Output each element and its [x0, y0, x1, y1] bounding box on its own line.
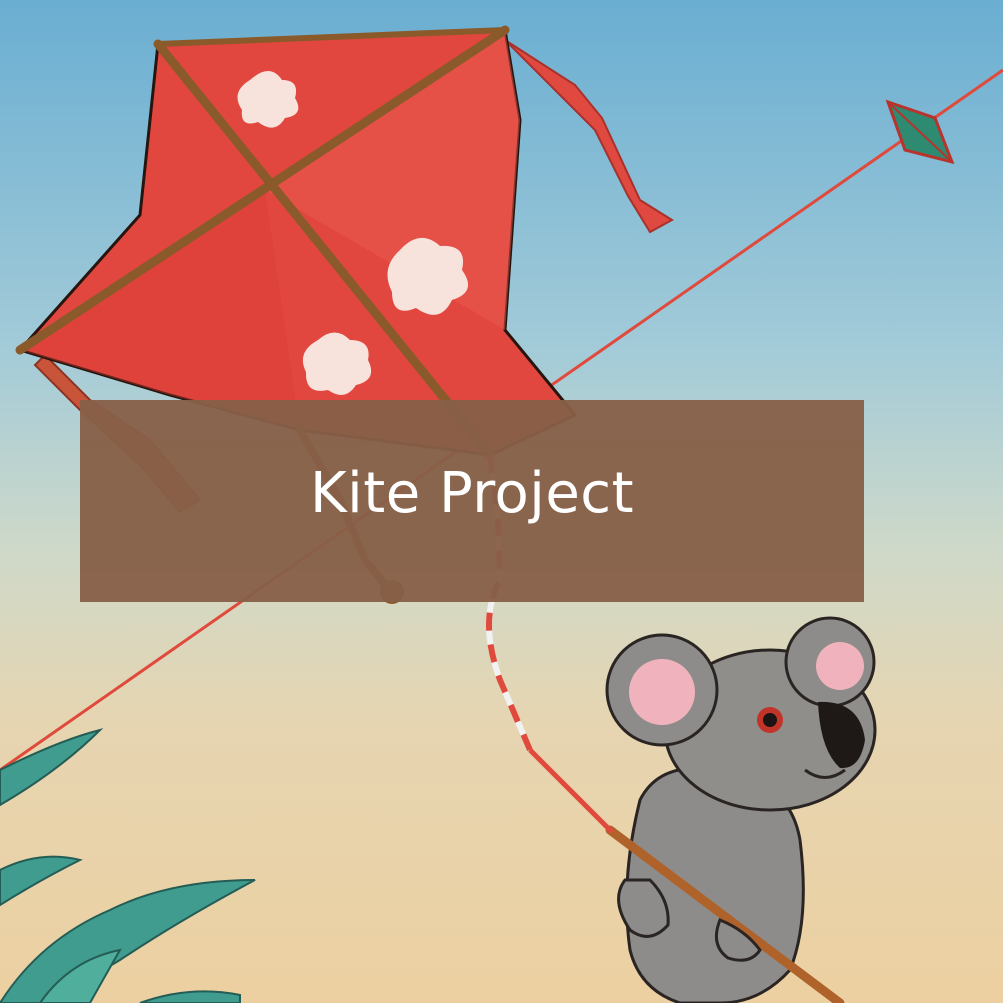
page-title: Kite Project	[309, 460, 635, 526]
title-banner: Kite Project	[80, 400, 864, 602]
kite-project-cover: Kite Project	[0, 0, 1003, 1003]
